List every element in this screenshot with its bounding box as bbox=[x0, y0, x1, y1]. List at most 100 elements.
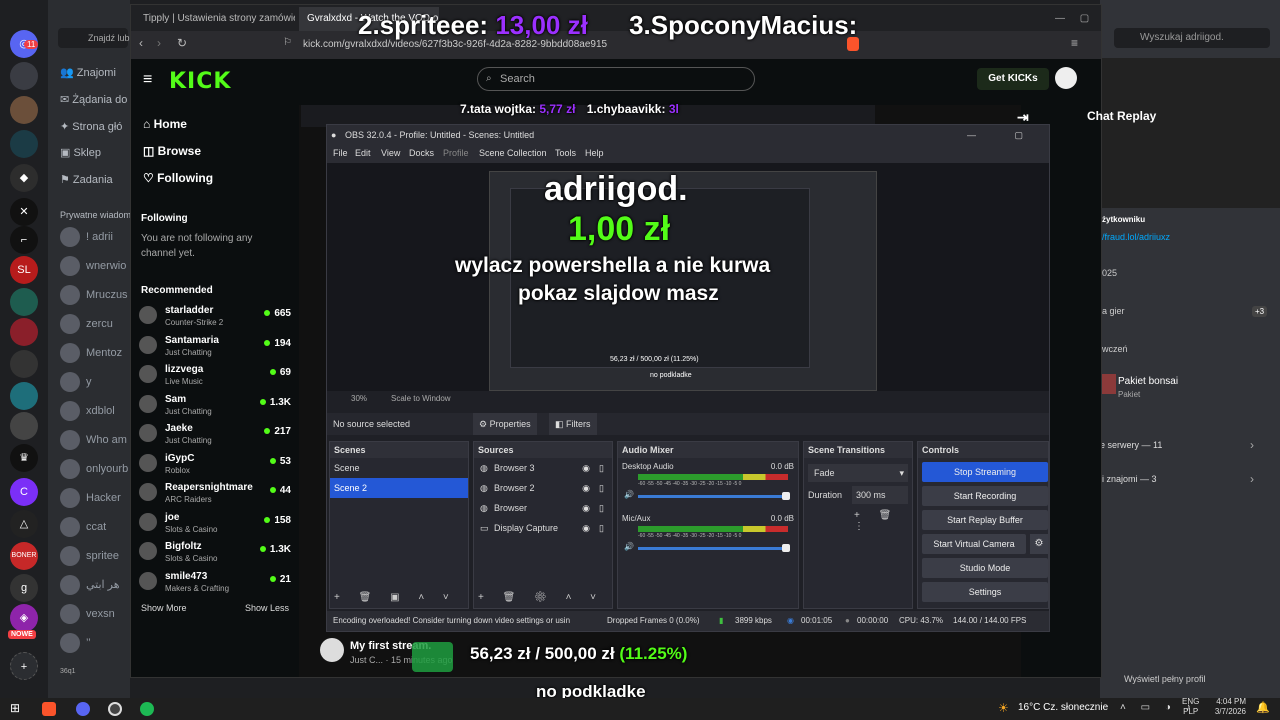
tab-tipply[interactable]: Tipply | Ustawienia strony zamówień bbox=[135, 7, 295, 31]
get-kicks-button[interactable]: Get KICKs bbox=[977, 68, 1049, 90]
eye-icon[interactable]: ◉ bbox=[582, 498, 590, 518]
server-icon[interactable] bbox=[10, 412, 38, 440]
dm-friend-item[interactable]: vexsn bbox=[60, 603, 115, 625]
mutual-friends[interactable]: li znajomi — 3 bbox=[1100, 474, 1157, 484]
profile-link[interactable]: /fraud.lol/adriiuxz bbox=[1102, 232, 1170, 242]
properties-button[interactable]: ⚙ Properties bbox=[473, 413, 537, 435]
eye-icon[interactable]: ◉ bbox=[582, 518, 590, 538]
server-icon[interactable]: ♛ bbox=[10, 444, 38, 472]
virtual-camera-settings-icon[interactable]: ⚙ bbox=[1030, 534, 1048, 554]
streamer-avatar[interactable] bbox=[320, 638, 344, 662]
settings-button[interactable]: Settings bbox=[922, 582, 1048, 602]
volume-slider-handle[interactable] bbox=[782, 492, 790, 500]
dm-nav-quests[interactable]: ⚑ Zadania bbox=[60, 173, 113, 186]
find-conversation-input[interactable]: Znajdź lub bbox=[58, 28, 130, 48]
dm-friend-item[interactable]: wnerwio bbox=[60, 255, 126, 277]
dm-friend-item[interactable]: ’’ bbox=[60, 632, 91, 654]
discord-icon[interactable] bbox=[76, 702, 90, 716]
menu-file[interactable]: File bbox=[333, 148, 348, 158]
dm-friend-item[interactable]: spritee bbox=[60, 545, 119, 567]
back-icon[interactable]: ‹ bbox=[139, 36, 143, 50]
mutual-servers[interactable]: e serwery — 11 bbox=[1100, 440, 1162, 450]
recommended-channel[interactable]: starladder Counter-Strike 2 665 bbox=[139, 303, 291, 331]
menu-docks[interactable]: Docks bbox=[409, 148, 434, 158]
studio-mode-button[interactable]: Studio Mode bbox=[922, 558, 1048, 578]
dm-friend-item[interactable]: y bbox=[60, 371, 92, 393]
recommended-channel[interactable]: Sam Just Chatting 1.3K bbox=[139, 392, 291, 420]
eye-icon[interactable]: ◉ bbox=[582, 458, 590, 478]
source-item[interactable]: ▭ Display Capture ◉ ▯ bbox=[474, 518, 612, 538]
server-icon[interactable]: ✕ bbox=[10, 198, 38, 226]
recommended-channel[interactable]: Reapersnightmare ARC Raiders 44 bbox=[139, 480, 291, 508]
server-icon[interactable]: C bbox=[10, 478, 38, 506]
scale-mode[interactable]: Scale to Window bbox=[391, 391, 451, 407]
transition-tools[interactable]: + 🗑 ⋮ bbox=[854, 510, 912, 532]
server-icon[interactable] bbox=[10, 96, 38, 124]
recommended-channel[interactable]: lizzvega Live Music 69 bbox=[139, 362, 291, 390]
recommended-channel[interactable]: joe Slots & Casino 158 bbox=[139, 510, 291, 538]
volume-slider[interactable] bbox=[638, 495, 788, 498]
server-icon[interactable]: BONER bbox=[10, 542, 38, 570]
kick-search-input[interactable]: ⌕ Search bbox=[477, 67, 755, 91]
menu-help[interactable]: Help bbox=[585, 148, 604, 158]
server-icon[interactable] bbox=[10, 382, 38, 410]
source-item[interactable]: ◍ Browser 2 ◉ ▯ bbox=[474, 478, 612, 498]
dm-nav-shop[interactable]: ▣ Sklep bbox=[60, 146, 101, 159]
server-icon[interactable] bbox=[10, 130, 38, 158]
server-icon[interactable]: ⌐ bbox=[10, 226, 38, 254]
window-controls[interactable]: — ▢ ✕ bbox=[1047, 7, 1097, 31]
zoom-level[interactable]: 30% bbox=[351, 391, 367, 407]
brave-icon[interactable] bbox=[42, 702, 56, 716]
dm-nav-requests[interactable]: ✉ Żądania do bbox=[60, 93, 127, 106]
source-item[interactable]: ◍ Browser ◉ ▯ bbox=[474, 498, 612, 518]
transition-select[interactable]: Fade ▾ bbox=[808, 464, 908, 482]
server-icon[interactable]: △ bbox=[10, 510, 38, 538]
obs-icon[interactable] bbox=[108, 702, 122, 716]
duration-input[interactable]: 300 ms bbox=[852, 486, 908, 504]
start-virtual-camera-button[interactable]: Start Virtual Camera bbox=[922, 534, 1026, 554]
clock[interactable]: 4:04 PM 3/7/2026 bbox=[1206, 697, 1246, 717]
hamburger-icon[interactable]: ≡ bbox=[143, 71, 152, 89]
recommended-channel[interactable]: smile473 Makers & Crafting 21 bbox=[139, 569, 291, 597]
add-server-icon[interactable]: + bbox=[10, 652, 38, 680]
dm-nav-home[interactable]: ✦ Strona głó bbox=[60, 120, 122, 133]
stop-streaming-button[interactable]: Stop Streaming bbox=[922, 462, 1048, 482]
show-less-button[interactable]: Show Less bbox=[245, 603, 289, 613]
windows-start-icon[interactable]: ⊞ bbox=[10, 701, 20, 715]
server-icon[interactable]: ◆ bbox=[10, 164, 38, 192]
volume-slider-handle[interactable] bbox=[782, 544, 790, 552]
dm-friend-item[interactable]: Mruczus bbox=[60, 284, 128, 306]
server-icon[interactable]: SL bbox=[10, 256, 38, 284]
bookmark-icon[interactable]: ⚐ bbox=[283, 37, 292, 48]
volume-slider[interactable] bbox=[638, 547, 788, 550]
notification-bell-icon[interactable]: 🔔 bbox=[1256, 701, 1270, 714]
server-icon[interactable]: g bbox=[10, 574, 38, 602]
menu-tools[interactable]: Tools bbox=[555, 148, 576, 158]
recommended-channel[interactable]: Jaeke Just Chatting 217 bbox=[139, 421, 291, 449]
scene-item[interactable]: Scene bbox=[330, 458, 468, 478]
dm-friend-item[interactable]: zercu bbox=[60, 313, 113, 335]
discord-search-input[interactable]: Wyszukaj adriigod. bbox=[1114, 28, 1270, 48]
recommended-channel[interactable]: Bigfoltz Slots & Casino 1.3K bbox=[139, 539, 291, 567]
dm-friend-item[interactable]: ccat bbox=[60, 516, 106, 538]
nav-following[interactable]: ♡ Following bbox=[143, 171, 213, 185]
speaker-icon[interactable]: 🔊 bbox=[624, 490, 634, 499]
server-icon[interactable] bbox=[10, 318, 38, 346]
scene-dock-tools[interactable]: + 🗑 ▣ ˄ ˅ bbox=[334, 592, 457, 603]
lock-icon[interactable]: ▯ bbox=[599, 478, 604, 498]
menu-view[interactable]: View bbox=[381, 148, 400, 158]
menu-edit[interactable]: Edit bbox=[355, 148, 371, 158]
recommended-channel[interactable]: iGypC Roblox 53 bbox=[139, 451, 291, 479]
server-icon[interactable] bbox=[10, 350, 38, 378]
speaker-icon[interactable]: 🔊 bbox=[624, 542, 634, 551]
menu-scene-collection[interactable]: Scene Collection bbox=[479, 148, 547, 158]
kick-logo[interactable]: KICK bbox=[169, 69, 231, 94]
start-recording-button[interactable]: Start Recording bbox=[922, 486, 1048, 506]
dm-friend-item[interactable]: Mentoz bbox=[60, 342, 122, 364]
full-profile-link[interactable]: Wyświetl pełny profil bbox=[1124, 674, 1205, 684]
source-dock-tools[interactable]: + 🗑 ⚙ ˄ ˅ bbox=[478, 592, 604, 603]
server-icon[interactable] bbox=[10, 62, 38, 90]
dm-friend-item[interactable]: xdblol bbox=[60, 400, 115, 422]
show-more-button[interactable]: Show More bbox=[141, 603, 187, 613]
spotify-icon[interactable] bbox=[140, 702, 154, 716]
